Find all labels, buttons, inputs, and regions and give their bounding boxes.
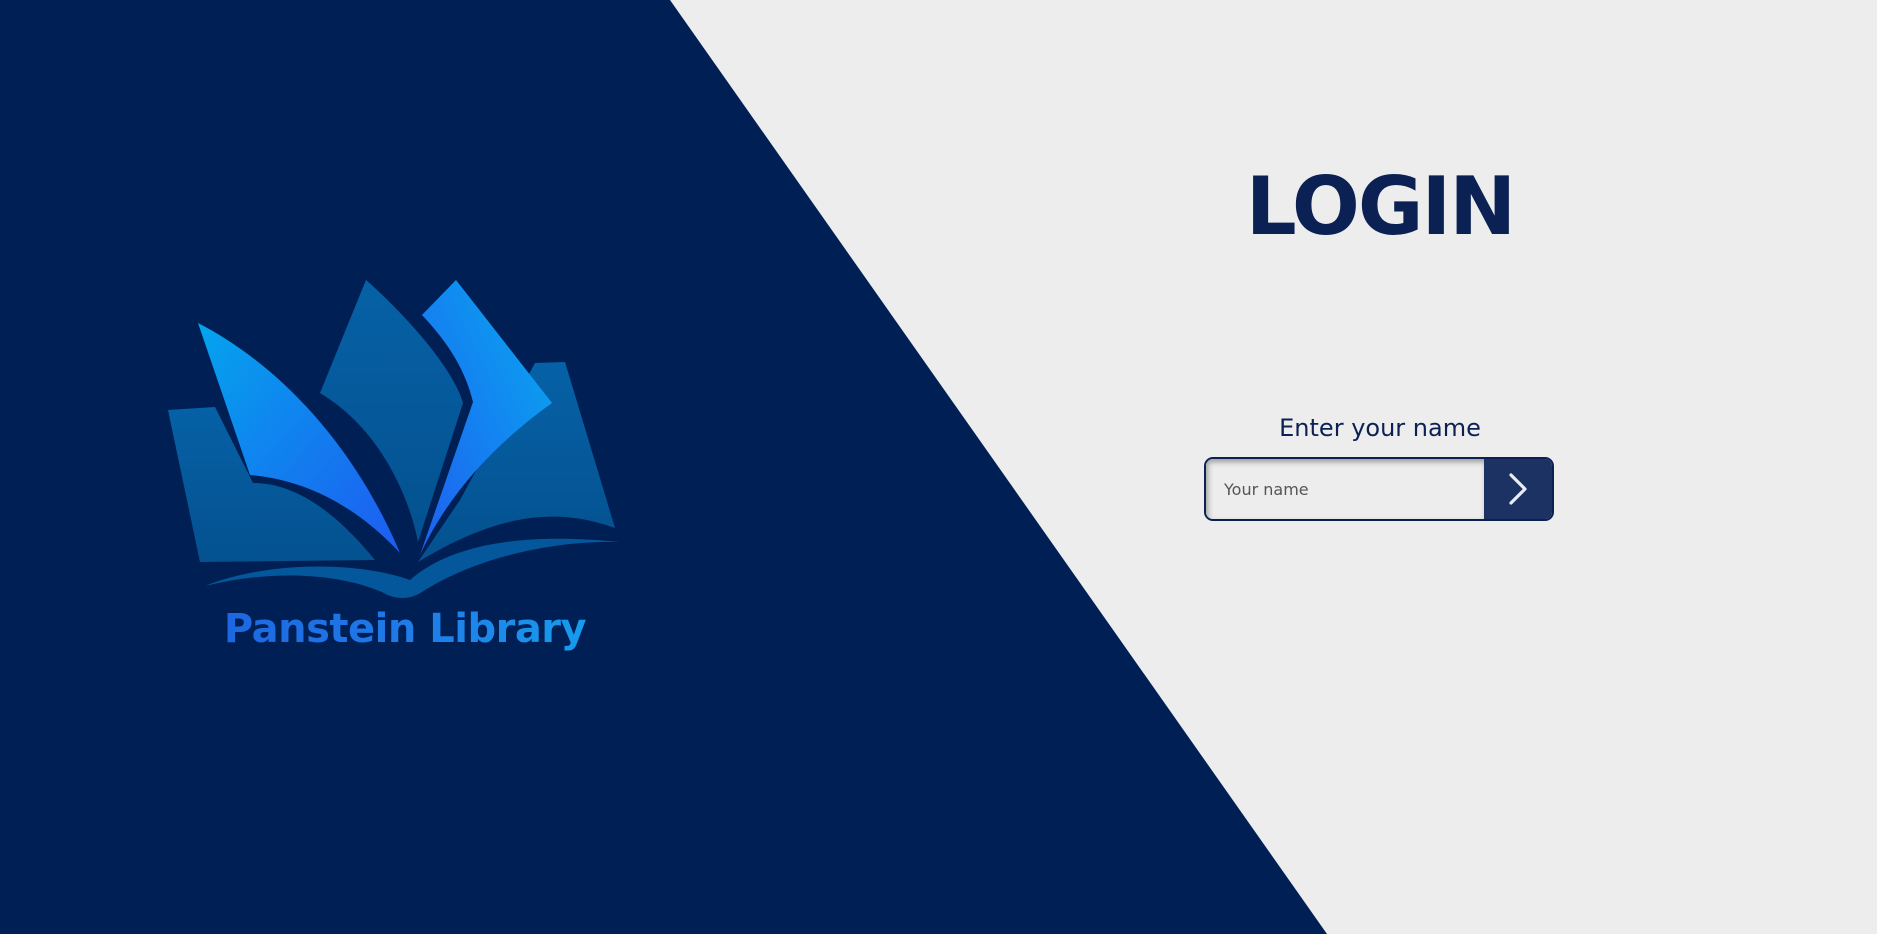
chevron-right-icon: [1509, 473, 1527, 505]
open-book-icon: [168, 280, 620, 598]
name-field-label: Enter your name: [1279, 414, 1481, 442]
brand-logo: Panstein Library: [160, 270, 630, 652]
name-input-group: [1204, 457, 1554, 521]
submit-button[interactable]: [1484, 459, 1552, 519]
login-page: Panstein Library LOGIN Enter your name: [0, 0, 1877, 934]
brand-name: Panstein Library: [160, 606, 650, 652]
name-input[interactable]: [1206, 459, 1484, 519]
login-title: LOGIN: [1245, 160, 1517, 253]
